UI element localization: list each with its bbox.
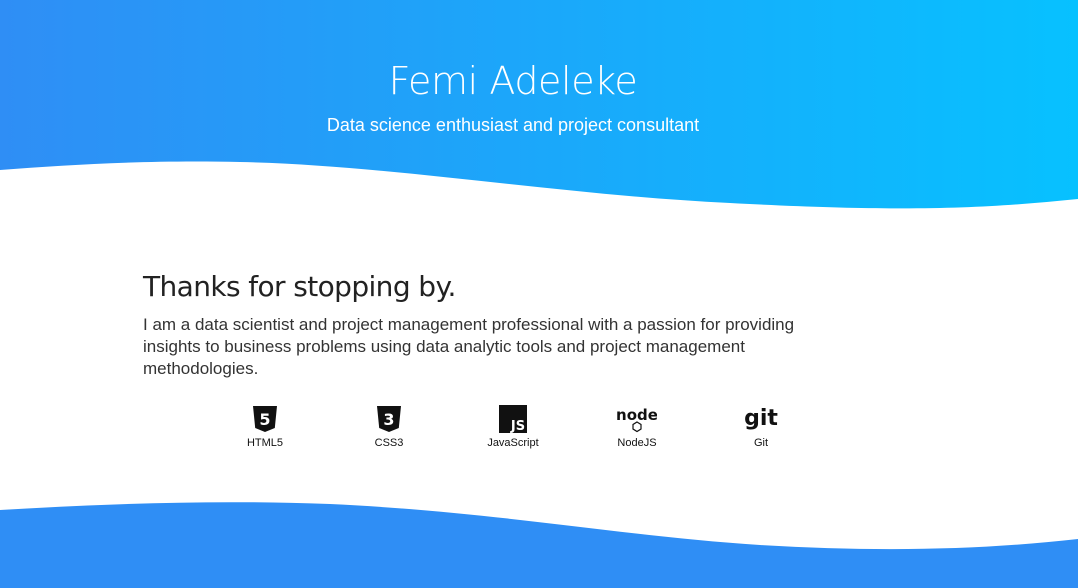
html5-icon: 5: [253, 406, 277, 432]
hero-header: Femi Adeleke Data science enthusiast and…: [0, 0, 1078, 215]
page-title: Femi Adeleke: [388, 59, 638, 103]
git-icon: git: [744, 406, 778, 431]
css3-icon-number: 3: [383, 410, 394, 429]
skill-label-html5: HTML5: [246, 437, 284, 449]
skill-label-git: Git: [753, 437, 769, 449]
page: Femi Adeleke Data science enthusiast and…: [0, 0, 1078, 588]
javascript-icon-text: JS: [510, 419, 525, 434]
hero-wave-background: [0, 0, 1078, 209]
skills-list: 5 HTML5 3 CSS3 JS JavaScript node NodeJS: [203, 404, 823, 454]
skill-nodejs: node NodeJS: [575, 404, 699, 450]
intro-body: I am a data scientist and project manage…: [143, 315, 795, 378]
skill-html5: 5 HTML5: [203, 404, 327, 450]
skill-label-nodejs: NodeJS: [617, 437, 657, 449]
footer-wave: [0, 502, 1078, 588]
skill-javascript: JS JavaScript: [451, 404, 575, 450]
intro-section: Thanks for stopping by. I am a data scie…: [143, 268, 833, 380]
html5-icon-number: 5: [259, 410, 270, 429]
skill-label-css3: CSS3: [374, 437, 404, 449]
javascript-icon: JS: [499, 405, 527, 434]
css3-icon: 3: [377, 406, 401, 432]
skill-css3: 3 CSS3: [327, 404, 451, 450]
nodejs-icon: node: [617, 406, 657, 433]
git-icon-text: git: [744, 406, 778, 431]
skill-git: git Git: [699, 404, 823, 450]
skill-label-javascript: JavaScript: [487, 437, 539, 449]
page-subtitle: Data science enthusiast and project cons…: [326, 115, 700, 135]
intro-heading: Thanks for stopping by.: [143, 270, 456, 303]
